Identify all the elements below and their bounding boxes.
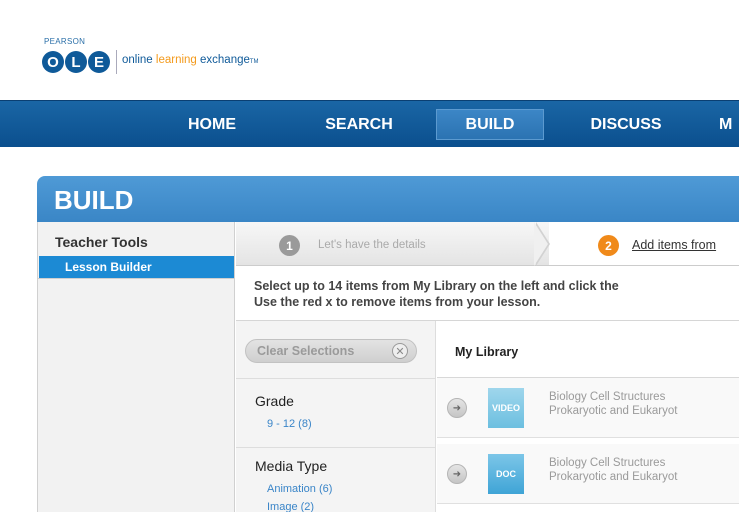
media-type-option-animation[interactable]: Animation (6)	[267, 483, 332, 495]
grade-heading: Grade	[255, 393, 294, 409]
library-item-title: Biology Cell Structures Prokaryotic and …	[549, 390, 677, 418]
grade-option[interactable]: 9 - 12 (8)	[267, 418, 312, 430]
library-item[interactable]: ➜ VIDEO Biology Cell Structures Prokaryo…	[437, 378, 739, 438]
filter-panel: Clear Selections ✕ Grade 9 - 12 (8) Medi…	[236, 321, 436, 512]
arrow-right-icon[interactable]: ➜	[447, 464, 467, 484]
step-chevron-inner	[534, 222, 548, 266]
step-2-badge: 2	[598, 235, 619, 256]
logo-letter-e: E	[88, 51, 110, 73]
main-nav: HOME SEARCH BUILD DISCUSS M	[0, 100, 739, 147]
nav-more[interactable]: M	[719, 101, 739, 148]
step-1-badge: 1	[279, 235, 300, 256]
library-item-title: Biology Cell Structures Prokaryotic and …	[549, 456, 677, 484]
sidebar-item-lesson-builder[interactable]: Lesson Builder	[39, 256, 234, 278]
step-2-label[interactable]: Add items from	[632, 238, 716, 252]
sidebar-heading: Teacher Tools	[55, 234, 148, 250]
library-item-title-line-1: Biology Cell Structures	[549, 391, 666, 403]
close-icon[interactable]: ✕	[392, 343, 408, 359]
nav-home[interactable]: HOME	[173, 101, 251, 148]
arrow-right-icon[interactable]: ➜	[447, 398, 467, 418]
media-type-option-image[interactable]: Image (2)	[267, 501, 314, 512]
library-item[interactable]: ➜ DOC Biology Cell Structures Prokaryoti…	[437, 444, 739, 504]
doc-thumbnail: DOC	[488, 454, 524, 494]
clear-selections-button[interactable]: Clear Selections ✕	[245, 339, 417, 363]
instructions-line-1: Select up to 14 items from My Library on…	[254, 279, 619, 293]
logo-divider	[116, 50, 117, 74]
logo-letter-o: O	[42, 51, 64, 73]
filter-divider	[236, 378, 436, 379]
instructions: Select up to 14 items from My Library on…	[254, 278, 619, 310]
build-panel-header: BUILD	[37, 176, 739, 222]
library-item-title-line-1: Biology Cell Structures	[549, 457, 666, 469]
media-type-heading: Media Type	[255, 458, 328, 474]
pearson-brand: PEARSON	[44, 37, 86, 46]
step-1-label[interactable]: Let's have the details	[318, 239, 426, 251]
step-progress: 1 Let's have the details 2 Add items fro…	[236, 222, 739, 266]
library-item-title-line-2: Prokaryotic and Eukaryot	[549, 471, 678, 483]
site-header: PEARSON O L E online learning exchangeTM	[0, 0, 739, 100]
my-library-heading: My Library	[455, 345, 519, 359]
nav-discuss[interactable]: DISCUSS	[576, 101, 676, 148]
instructions-line-2: Use the red x to remove items from your …	[254, 295, 541, 309]
sidebar-divider	[38, 278, 235, 279]
library-item-title-line-2: Prokaryotic and Eukaryot	[549, 405, 678, 417]
nav-build[interactable]: BUILD	[436, 109, 544, 140]
logo-letter-l: L	[65, 51, 87, 73]
filter-divider	[236, 447, 436, 448]
teacher-tools-sidebar: Teacher Tools Lesson Builder	[37, 222, 235, 512]
nav-search[interactable]: SEARCH	[313, 101, 405, 148]
page-title: BUILD	[54, 185, 134, 215]
video-thumbnail: VIDEO	[488, 388, 524, 428]
ole-logo[interactable]: O L E	[42, 51, 110, 73]
site-tagline: online learning exchangeTM	[122, 54, 259, 66]
clear-selections-label: Clear Selections	[257, 344, 355, 358]
tagline-highlight: learning	[155, 54, 197, 66]
tagline-tm: TM	[249, 59, 259, 65]
lesson-builder-content: 1 Let's have the details 2 Add items fro…	[236, 222, 739, 512]
tagline-suffix: exchange	[196, 54, 250, 66]
tagline-prefix: online	[122, 54, 156, 66]
